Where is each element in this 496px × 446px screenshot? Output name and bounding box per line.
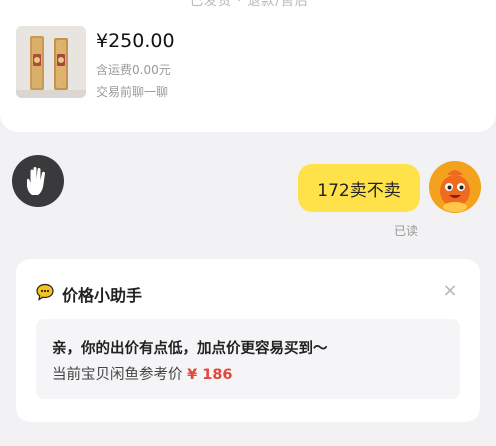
top-status-text: 已发货 · 退款/售后	[190, 0, 309, 9]
hand-icon	[27, 167, 46, 195]
reference-price-line: 当前宝贝闲鱼参考价 ¥ 186	[52, 363, 233, 384]
read-status: 已读	[394, 224, 419, 238]
reference-price-value: ¥ 186	[187, 367, 233, 383]
chat-screen: 已发货 · 退款/售后 ¥250.00 含运费0.00元 交易前聊一聊 172卖…	[0, 0, 496, 446]
helper-title: 价格小助手	[62, 286, 143, 305]
price-helper-card: 价格小助手 × 亲，你的出价有点低，加点价更容易买到～ 当前宝贝闲鱼参考价 ¥ …	[16, 259, 480, 422]
user-avatar[interactable]	[429, 161, 481, 213]
product-thumbnail[interactable]	[16, 26, 86, 98]
product-price: ¥250.00	[96, 30, 175, 52]
message-bubble[interactable]: 172卖不卖	[298, 164, 420, 212]
product-card[interactable]: 已发货 · 退款/售后 ¥250.00 含运费0.00元 交易前聊一聊	[0, 0, 496, 132]
chat-bubble-icon	[36, 283, 54, 301]
tip-message: 亲，你的出价有点低，加点价更容易买到～	[52, 341, 328, 357]
hand-button[interactable]	[12, 155, 64, 207]
close-icon[interactable]: ×	[440, 281, 460, 301]
lipstick-image	[16, 26, 86, 98]
price-tip-box: 亲，你的出价有点低，加点价更容易买到～ 当前宝贝闲鱼参考价 ¥ 186	[36, 319, 460, 399]
orange-mascot-avatar	[429, 161, 481, 213]
chat-hint-text: 交易前聊一聊	[96, 85, 169, 99]
product-shipping-text: 含运费0.00元	[96, 63, 171, 77]
reference-price-label: 当前宝贝闲鱼参考价	[52, 367, 183, 383]
